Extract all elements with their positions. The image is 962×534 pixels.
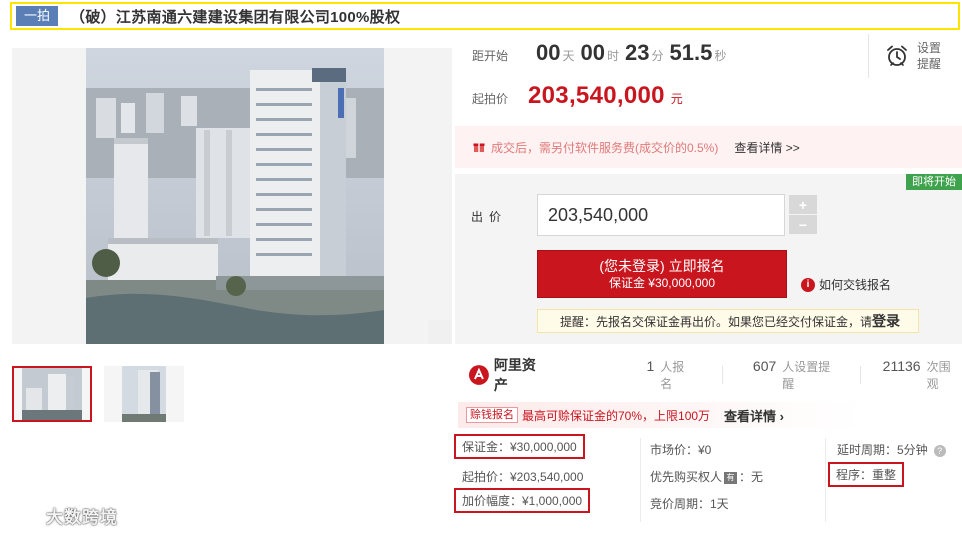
market-price-info: 市场价：¥0 — [650, 443, 712, 457]
divider — [721, 366, 723, 384]
reminder-count: 607 人设置提醒 — [753, 358, 842, 392]
service-fee-notice: 成交后，需另付软件服务费(成交价的0.5%) 查看详情 >> — [455, 126, 962, 168]
title-bar: 一拍 （破）江苏南通六建建设集团有限公司100%股权 — [10, 2, 960, 30]
service-fee-text: 成交后，需另付软件服务费(成交价的0.5%) — [491, 140, 719, 155]
divider — [859, 366, 861, 384]
set-reminder-button[interactable]: 设置提醒 — [868, 34, 962, 78]
decrease-bid-button[interactable]: − — [789, 215, 817, 234]
thumbnail-2[interactable] — [104, 366, 184, 422]
start-price: 起拍价 203,540,000 元 — [472, 82, 683, 110]
start-price-label: 起拍价 — [472, 92, 509, 106]
watermark-text: 大数跨境 — [46, 508, 118, 527]
watermark-logo-icon — [10, 507, 41, 524]
deposit-info: 保证金：¥30,000,000 — [454, 434, 585, 459]
start-price-value: 203,540,000 — [528, 82, 665, 109]
promo-text: 最高可赊保证金的70%，上限100万 — [522, 408, 711, 423]
ali-assets-label: 阿里资产 — [493, 357, 536, 393]
gift-icon — [473, 143, 485, 152]
how-to-pay-label: 如何交钱报名 — [819, 278, 892, 292]
countdown-label: 距开始 — [472, 49, 509, 63]
signup-deposit-label: 保证金 ¥30,000,000 — [608, 276, 716, 290]
tip-text: 提醒：先报名交保证金再出价。如果您已经交付保证金，请 — [560, 314, 873, 329]
start-price-unit: 元 — [670, 92, 683, 106]
reminder-count-value: 607 — [752, 358, 777, 374]
delay-cycle-info: 延时周期：5分钟? — [837, 441, 946, 458]
thumbnail-image — [122, 366, 166, 422]
building-photo — [86, 48, 384, 344]
signup-count: 1 人报名 — [646, 358, 695, 392]
signup-button-label: (您未登录) 立即报名 — [599, 258, 725, 274]
view-count-label: 次围观 — [926, 360, 951, 391]
divider — [825, 438, 826, 522]
countdown-hours: 00 — [580, 40, 605, 65]
priority-buyer-info: 优先购买权人有：无 — [650, 468, 763, 485]
zoom-button[interactable] — [428, 320, 452, 344]
countdown-seconds-unit: 秒 — [714, 49, 727, 63]
signup-count-value: 1 — [646, 358, 655, 374]
bid-label: 出价 — [471, 210, 508, 224]
auction-round-badge: 一拍 — [16, 6, 59, 26]
signup-button[interactable]: (您未登录) 立即报名 保证金 ¥30,000,000 — [537, 250, 787, 298]
countdown-minutes: 23 — [625, 40, 650, 65]
login-link[interactable]: 登录 — [872, 311, 900, 331]
auction-stats: 阿里资产 1 人报名 607 人设置提醒 21136 次围观 — [455, 357, 962, 393]
main-image[interactable] — [12, 48, 452, 344]
page-title: （破）江苏南通六建建设集团有限公司100%股权 — [70, 8, 401, 26]
view-count-value: 21136 — [882, 358, 921, 374]
how-to-pay-link[interactable]: i 如何交钱报名 — [801, 276, 891, 293]
procedure-info: 程序：重整 — [827, 462, 905, 487]
increment-info: 加价幅度：¥1,000,000 — [453, 488, 591, 513]
priority-buyer-label: 优先购买权人 — [650, 470, 723, 484]
countdown-days-unit: 天 — [562, 49, 575, 63]
divider — [640, 438, 641, 522]
countdown-seconds: 51.5 — [669, 40, 713, 65]
countdown-days: 00 — [536, 40, 561, 65]
bidding-cycle-info: 竞价周期：1天 — [650, 497, 729, 511]
countdown: 距开始 00 天 00 时 23 分 51.5 秒 — [472, 40, 732, 66]
delay-cycle-text: 延时周期：5分钟 — [837, 443, 928, 457]
signup-count-label: 人报名 — [660, 360, 685, 391]
watermark: 大数跨境 — [10, 503, 118, 528]
start-price-info: 起拍价：¥203,540,000 — [462, 470, 584, 484]
service-fee-details-link[interactable]: 查看详情 >> — [734, 139, 799, 156]
status-badge: 即将开始 — [906, 174, 962, 190]
thumbnail-image — [22, 366, 82, 422]
ali-assets-logo-icon — [469, 365, 489, 385]
deposit-loan-promo: 赊钱报名 最高可赊保证金的70%，上限100万 查看详情 › — [458, 402, 962, 428]
thumbnail-1[interactable] — [12, 366, 92, 422]
bid-amount-input[interactable]: 203,540,000 — [537, 194, 785, 236]
alarm-clock-icon — [887, 45, 907, 66]
reminder-count-label: 人设置提醒 — [782, 360, 831, 391]
promo-tag: 赊钱报名 — [466, 407, 518, 423]
countdown-hours-unit: 时 — [607, 49, 620, 63]
increase-bid-button[interactable]: + — [789, 195, 817, 214]
priority-buyer-icon: 有 — [724, 471, 738, 484]
promo-details-link[interactable]: 查看详情 › — [724, 406, 784, 425]
countdown-minutes-unit: 分 — [651, 49, 664, 63]
login-reminder-tip: 提醒：先报名交保证金再出价。如果您已经交付保证金，请 登录 — [537, 309, 919, 333]
view-count: 21136 次围观 — [883, 358, 962, 392]
set-reminder-label: 设置提醒 — [917, 41, 942, 71]
bid-panel: 即将开始 出价 203,540,000 + − (您未登录) 立即报名 保证金 … — [455, 174, 962, 344]
help-icon[interactable]: ? — [933, 444, 946, 457]
priority-buyer-value: ：无 — [739, 470, 764, 484]
ali-assets-brand[interactable]: 阿里资产 — [469, 355, 549, 395]
info-icon: i — [801, 277, 815, 292]
